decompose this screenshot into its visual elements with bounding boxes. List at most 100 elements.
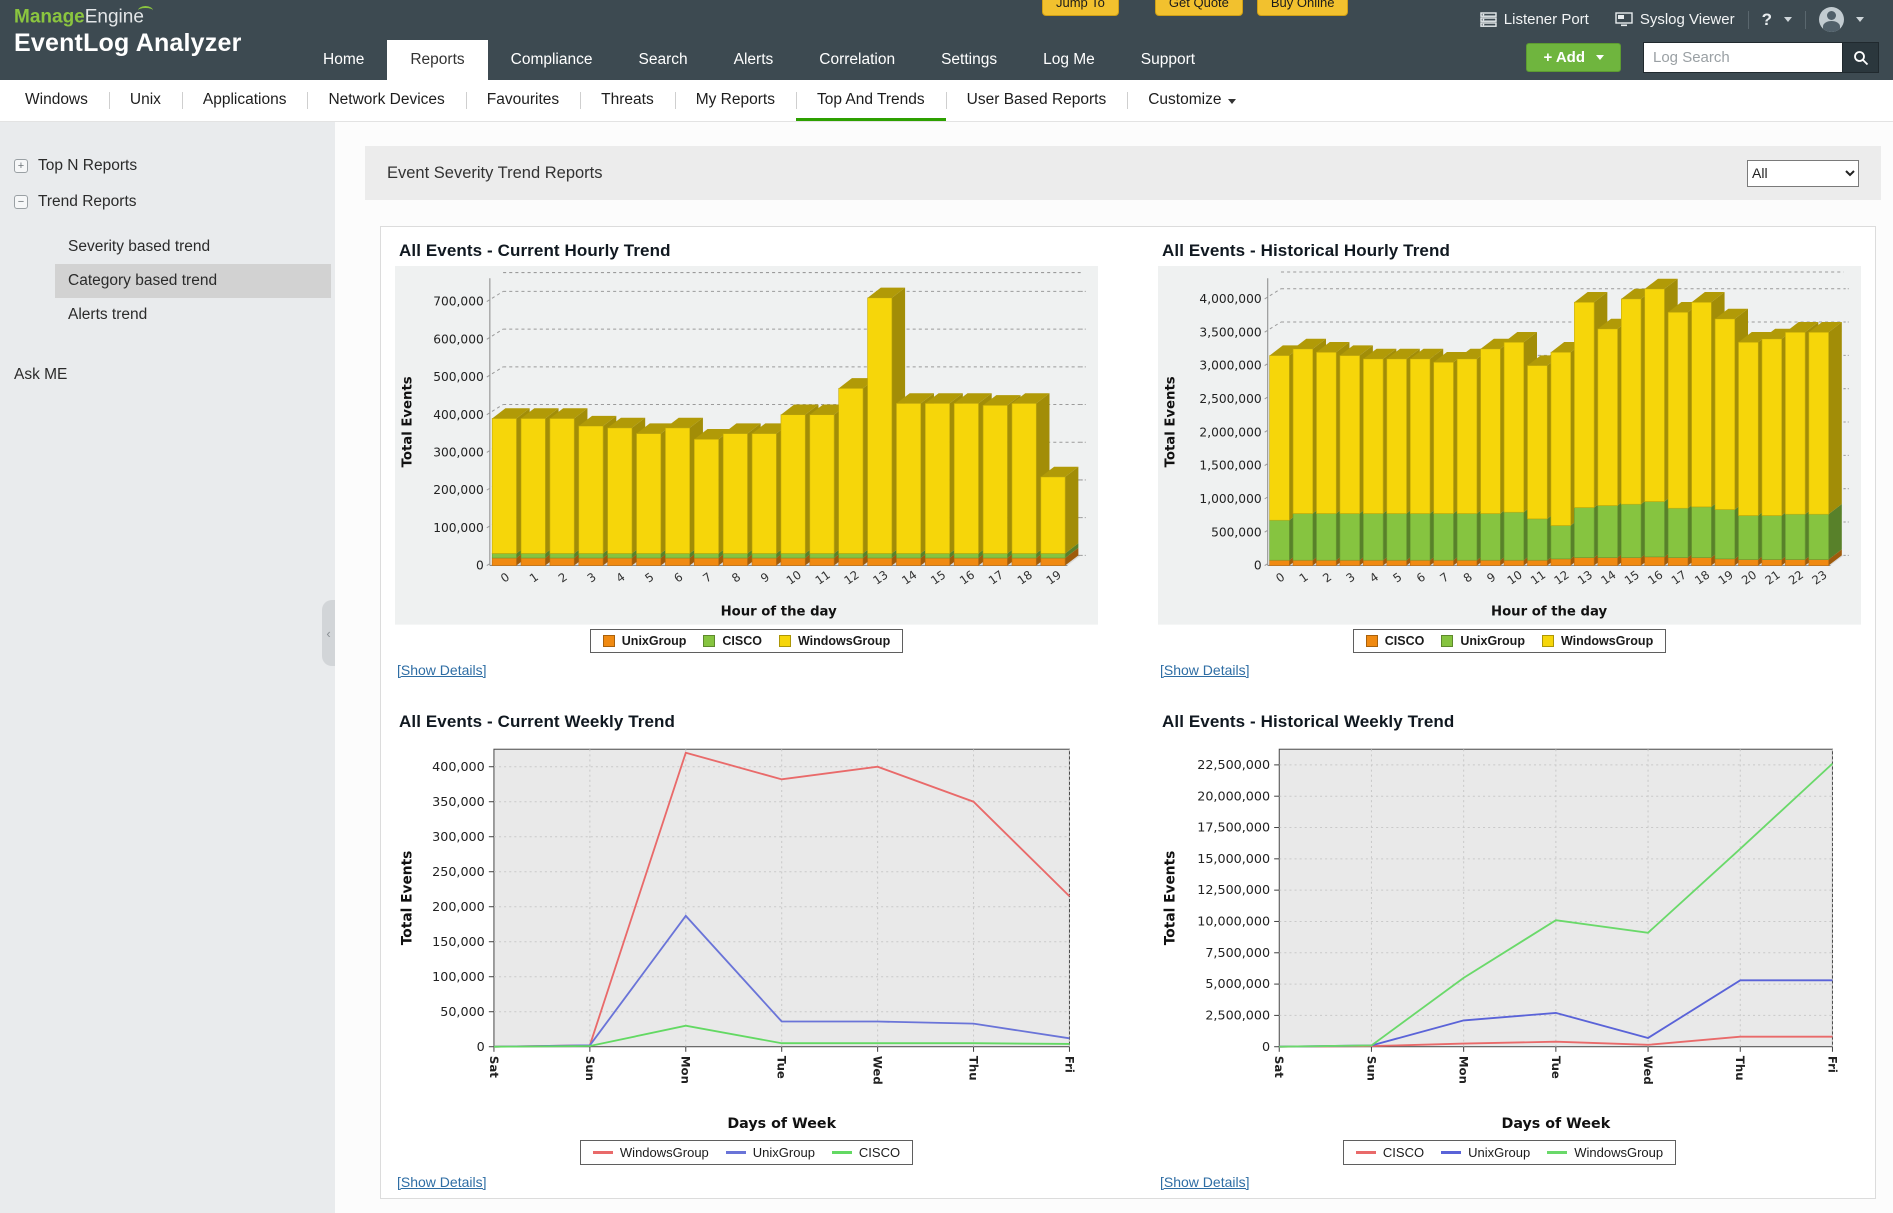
legend-swatch: [1541, 634, 1554, 647]
svg-text:2,500,000: 2,500,000: [1199, 392, 1261, 406]
historical-hourly-trend-chart: 0 500,000 1,000,000 1,500,000 2,000,000 2,500…: [1158, 266, 1861, 625]
nav-correlation[interactable]: Correlation: [796, 40, 918, 80]
legend-label: CISCO: [858, 1145, 901, 1160]
svg-text:100,000: 100,000: [433, 521, 484, 535]
sidebar-item-alerts-trend[interactable]: Alerts trend: [55, 298, 331, 332]
sidebar-item-ask-me[interactable]: Ask ME: [0, 358, 335, 392]
syslog-viewer-link[interactable]: Syslog Viewer: [1602, 11, 1748, 28]
svg-text:1,000,000: 1,000,000: [1199, 492, 1261, 506]
nav-support[interactable]: Support: [1118, 40, 1218, 80]
legend-item: WindowsGroup: [1541, 634, 1653, 648]
legend-label: UnixGroup: [1460, 633, 1525, 648]
legend-label: WindowsGroup: [1574, 1145, 1664, 1160]
main-panel: Event Severity Trend Reports All All Eve…: [335, 122, 1893, 1213]
svg-text:Total Events: Total Events: [1162, 850, 1178, 945]
user-menu[interactable]: [1806, 7, 1877, 32]
svg-text:Sun: Sun: [583, 1056, 597, 1081]
svg-text:Wed: Wed: [871, 1056, 885, 1085]
chart-legend: UnixGroup CISCO WindowsGroup: [589, 628, 904, 653]
sidebar-group-top-n-reports[interactable]: + Top N Reports: [0, 148, 335, 184]
subnav-network-devices[interactable]: Network Devices: [307, 80, 465, 121]
svg-text:Total Events: Total Events: [400, 376, 415, 467]
legend-label: UnixGroup: [1468, 1145, 1531, 1160]
nav-home[interactable]: Home: [300, 40, 387, 80]
nav-compliance[interactable]: Compliance: [488, 40, 616, 80]
legend-label: CISCO: [1382, 1145, 1425, 1160]
svg-text:50,000: 50,000: [440, 1004, 485, 1019]
subnav-my-reports[interactable]: My Reports: [674, 80, 796, 121]
legend-item: UnixGroup: [725, 1145, 815, 1160]
subnav-customize[interactable]: Customize: [1127, 80, 1257, 121]
get-quote-button[interactable]: Get Quote: [1154, 0, 1243, 16]
legend-label: UnixGroup: [752, 1145, 815, 1160]
show-details-link[interactable]: [Show Details]: [1160, 1174, 1249, 1190]
legend-swatch: [1355, 1151, 1376, 1154]
subnav-top-and-trends[interactable]: Top And Trends: [795, 80, 946, 121]
chart-legend: CISCO UnixGroup WindowsGroup: [1352, 628, 1667, 653]
syslog-viewer-label: Syslog Viewer: [1639, 11, 1735, 28]
sidebar-item-category-based-trend[interactable]: Category based trend: [55, 264, 331, 298]
chevron-down-icon: [1856, 17, 1864, 22]
product-name: EventLog Analyzer: [14, 29, 242, 58]
chart-legend: WindowsGroup UnixGroup CISCO: [579, 1140, 914, 1165]
svg-text:5,000,000: 5,000,000: [1205, 977, 1270, 992]
search-button[interactable]: [1843, 42, 1879, 73]
nav-log-me[interactable]: Log Me: [1020, 40, 1118, 80]
listener-port-link[interactable]: Listener Port: [1467, 11, 1602, 28]
svg-text:Sun: Sun: [1364, 1056, 1378, 1081]
collapse-minus-icon[interactable]: −: [14, 195, 28, 209]
svg-text:500,000: 500,000: [433, 370, 484, 384]
legend-label: CISCO: [722, 633, 762, 648]
log-search-input[interactable]: [1643, 42, 1843, 73]
legend-swatch: [778, 634, 791, 647]
subnav-user-based-reports[interactable]: User Based Reports: [945, 80, 1128, 121]
nav-search[interactable]: Search: [616, 40, 711, 80]
listener-port-label: Listener Port: [1503, 11, 1589, 28]
legend-swatch: [1365, 634, 1378, 647]
charts-panel: All Events - Current Hourly Trend 0 100,0…: [380, 226, 1876, 1199]
svg-text:3,000,000: 3,000,000: [1199, 359, 1261, 373]
subnav-windows[interactable]: Windows: [4, 80, 109, 121]
subnav-favourites[interactable]: Favourites: [465, 80, 580, 121]
sidebar-item-severity-based-trend[interactable]: Severity based trend: [55, 230, 331, 264]
show-details-link[interactable]: [Show Details]: [397, 662, 486, 678]
magnifier-icon: [1853, 50, 1869, 66]
legend-item: UnixGroup: [1441, 1145, 1530, 1160]
jump-to-button[interactable]: Jump To: [1042, 0, 1119, 16]
svg-text:20,000,000: 20,000,000: [1197, 789, 1270, 804]
legend-item: UnixGroup: [602, 634, 686, 648]
svg-text:0: 0: [1262, 1039, 1270, 1054]
buy-online-button[interactable]: Buy Online: [1256, 0, 1349, 16]
report-filter-select[interactable]: All: [1747, 159, 1859, 187]
add-button[interactable]: + Add: [1526, 43, 1621, 72]
legend-swatch: [725, 1151, 746, 1154]
reports-subnav: Windows Unix Applications Network Device…: [0, 80, 1893, 122]
nav-alerts[interactable]: Alerts: [711, 40, 797, 80]
svg-text:700,000: 700,000: [433, 295, 484, 309]
expand-plus-icon[interactable]: +: [14, 159, 28, 173]
legend-swatch: [703, 634, 716, 647]
top-header: ManageEngine EventLog Analyzer Jump To G…: [0, 0, 1893, 80]
add-button-label: + Add: [1543, 49, 1585, 66]
legend-item: WindowsGroup: [1547, 1145, 1663, 1160]
legend-item: CISCO: [1365, 634, 1424, 648]
content-area: + Top N Reports − Trend Reports Severity…: [0, 122, 1893, 1213]
help-menu[interactable]: ?: [1749, 10, 1805, 30]
subnav-unix[interactable]: Unix: [108, 80, 182, 121]
chart-card-historical-hourly: All Events - Historical Hourly Trend 0 50…: [1158, 241, 1861, 678]
svg-text:250,000: 250,000: [432, 864, 485, 879]
sidebar-collapse-handle[interactable]: ‹: [322, 600, 335, 666]
show-details-link[interactable]: [Show Details]: [397, 1174, 486, 1190]
nav-settings[interactable]: Settings: [918, 40, 1020, 80]
promo-buttons: Jump To Get Quote Buy Online: [1042, 0, 1349, 16]
sidebar-group-trend-reports[interactable]: − Trend Reports: [0, 184, 335, 220]
subnav-applications[interactable]: Applications: [181, 80, 308, 121]
legend-swatch: [831, 1151, 852, 1154]
svg-text:500,000: 500,000: [1211, 525, 1262, 539]
svg-text:12,500,000: 12,500,000: [1197, 883, 1270, 898]
svg-text:Hour of the day: Hour of the day: [1491, 604, 1608, 619]
nav-reports[interactable]: Reports: [387, 40, 488, 80]
subnav-threats[interactable]: Threats: [580, 80, 675, 121]
svg-text:Thu: Thu: [966, 1056, 980, 1081]
show-details-link[interactable]: [Show Details]: [1160, 662, 1249, 678]
